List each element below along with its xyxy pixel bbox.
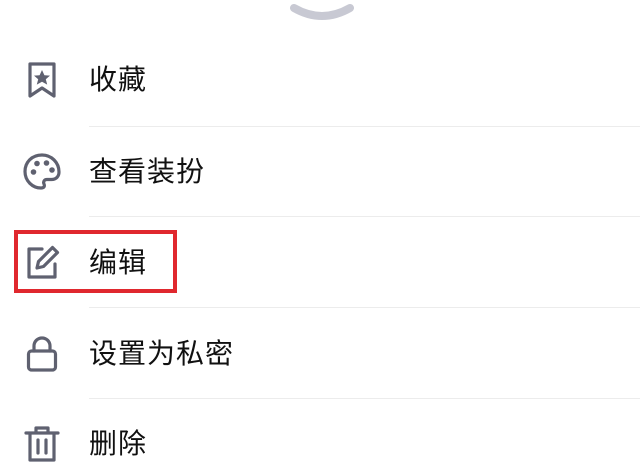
menu-item-set-private[interactable]: 设置为私密 (0, 308, 640, 398)
menu-item-label: 设置为私密 (89, 337, 235, 370)
lock-icon (22, 334, 62, 374)
trash-icon (22, 424, 62, 464)
menu-item-label: 删除 (89, 427, 148, 460)
menu-item-label: 收藏 (89, 63, 148, 96)
sheet-handle-chevron-icon[interactable] (290, 0, 354, 22)
menu-item-delete[interactable]: 删除 (0, 398, 640, 469)
action-sheet: 收藏 查看装扮 编辑 设置为私密 删除 (0, 0, 640, 469)
menu-item-label: 查看装扮 (89, 155, 206, 188)
menu-item-favorite[interactable]: 收藏 (0, 34, 640, 124)
bookmark-star-icon (22, 60, 62, 100)
menu-item-view-outfit[interactable]: 查看装扮 (0, 126, 640, 216)
palette-icon (22, 152, 62, 192)
highlight-box (14, 230, 177, 293)
